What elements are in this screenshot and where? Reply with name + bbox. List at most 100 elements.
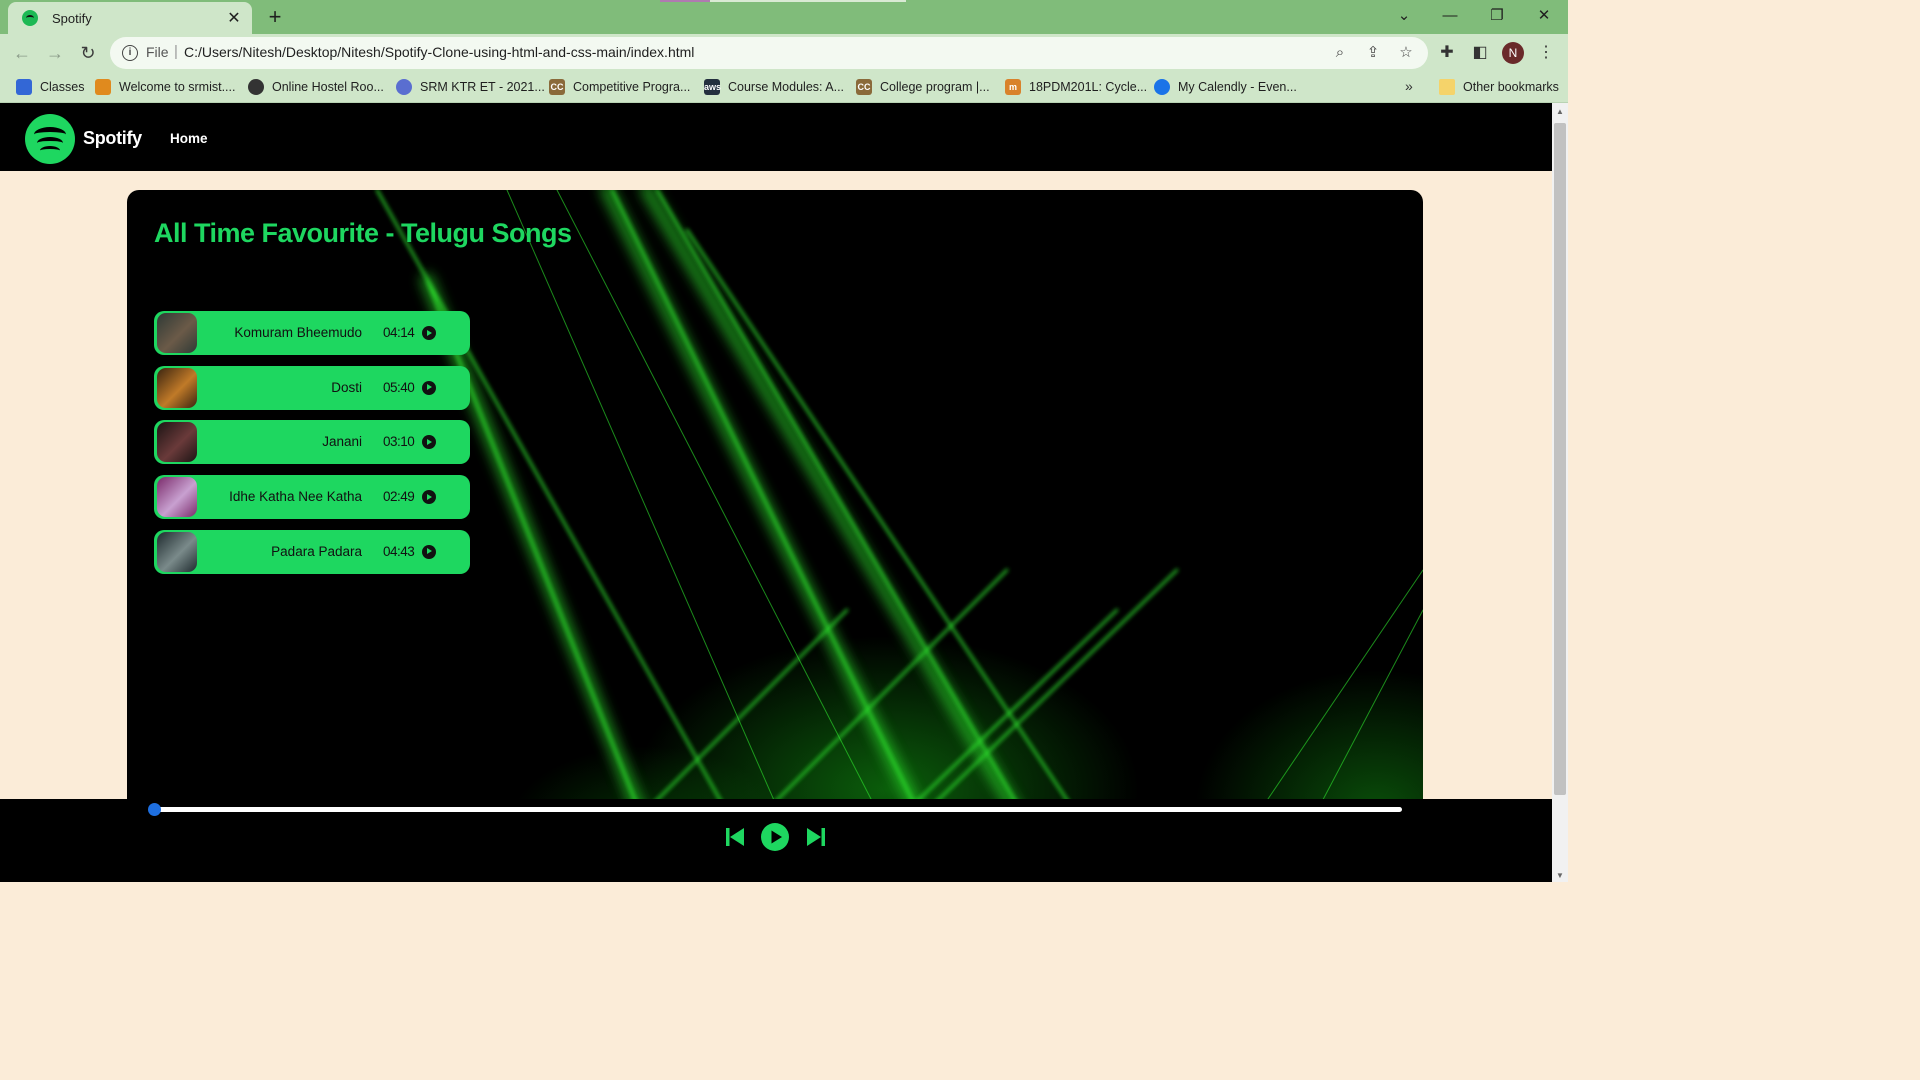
minimize-button[interactable]: — (1432, 4, 1468, 28)
playlist-title: All Time Favourite - Telugu Songs (154, 218, 572, 248)
song-duration: 02:49 (383, 489, 415, 505)
classroom-icon (16, 79, 32, 95)
browser-toolbar: ← → ↻ i File | C:/Users/Nitesh/Desktop/N… (0, 34, 1568, 72)
new-tab-button[interactable]: + (262, 5, 288, 29)
previous-track-icon[interactable] (724, 825, 746, 849)
calendly-icon (1154, 79, 1170, 95)
nav-home-link[interactable]: Home (170, 131, 208, 146)
cc-icon: CC (856, 79, 872, 95)
tab-title: Spotify (52, 10, 92, 26)
scrollbar-thumb[interactable] (1554, 123, 1566, 795)
song-name: Dosti (331, 379, 362, 395)
next-track-icon[interactable] (805, 825, 827, 849)
song-name: Idhe Katha Nee Katha (229, 489, 362, 505)
song-name: Komuram Bheemudo (234, 325, 362, 340)
song-item-padara-padara[interactable]: Padara Padara 04:43 (154, 529, 470, 574)
song-name: Padara Padara (271, 543, 362, 559)
bookmark-label: College program |... (880, 80, 990, 94)
bookmark-srmist[interactable]: Welcome to srmist.... (95, 78, 235, 96)
reload-icon[interactable]: ↻ (74, 39, 102, 67)
side-panel-icon[interactable]: ◧ (1469, 42, 1491, 64)
close-window-button[interactable]: ✕ (1526, 4, 1562, 28)
navbar: Spotify Home (0, 103, 1552, 171)
spotify-logo-icon[interactable] (25, 114, 75, 164)
song-duration: 03:10 (383, 434, 415, 450)
song-duration: 05:40 (383, 379, 415, 395)
song-cover (157, 313, 197, 353)
menu-kebab-icon[interactable]: ⋮ (1535, 42, 1557, 64)
forward-arrow-icon[interactable]: → (41, 39, 69, 67)
seek-bar[interactable] (148, 803, 1402, 816)
song-cover (157, 367, 197, 408)
bookmark-18pdm201l[interactable]: m 18PDM201L: Cycle... (1005, 78, 1147, 96)
back-arrow-icon[interactable]: ← (8, 39, 36, 67)
song-duration: 04:14 (383, 325, 415, 340)
player-bar (0, 799, 1552, 882)
song-duration: 04:43 (383, 543, 415, 559)
url-text[interactable]: C:/Users/Nitesh/Desktop/Nitesh/Spotify-C… (184, 44, 694, 60)
bookmark-label: Welcome to srmist.... (119, 80, 236, 94)
bookmark-classes[interactable]: Classes (16, 78, 84, 96)
scroll-down-arrow-icon[interactable]: ▼ (1555, 871, 1565, 880)
seek-bar-thumb[interactable] (148, 803, 161, 816)
play-button-icon[interactable] (761, 823, 789, 851)
site-info-icon[interactable]: i (122, 45, 138, 61)
bookmark-calendly[interactable]: My Calendly - Even... (1154, 78, 1297, 96)
profile-avatar[interactable]: N (1502, 42, 1524, 64)
folder-icon (1439, 79, 1455, 95)
share-icon[interactable]: ⇪ (1363, 43, 1383, 63)
bookmark-star-icon[interactable]: ☆ (1396, 43, 1416, 63)
bookmark-label: Competitive Progra... (573, 80, 691, 94)
song-cover (157, 531, 197, 572)
srm-icon (95, 79, 111, 95)
song-list: Komuram Bheemudo 04:14 Dosti 05:40 Janan… (154, 311, 470, 584)
spotify-favicon-icon (22, 10, 38, 26)
bookmark-college-program[interactable]: CC College program |... (856, 78, 990, 96)
bookmark-label: Other bookmarks (1463, 80, 1559, 94)
m-icon: m (1005, 79, 1021, 95)
cc-icon: CC (549, 79, 565, 95)
song-item-idhe-katha-nee-katha[interactable]: Idhe Katha Nee Katha 02:49 (154, 475, 470, 520)
loading-bar (660, 0, 906, 2)
address-bar[interactable]: i File | C:/Users/Nitesh/Desktop/Nitesh/… (110, 37, 1428, 69)
url-separator: | (174, 43, 178, 60)
tab-search-chevron-icon[interactable]: ⌄ (1386, 4, 1422, 28)
play-circle-icon[interactable] (422, 380, 436, 395)
bookmark-course-modules[interactable]: aws Course Modules: A... (704, 78, 844, 96)
bookmark-label: Online Hostel Roo... (272, 80, 384, 94)
maximize-button[interactable]: ❐ (1479, 4, 1515, 28)
zoom-icon[interactable]: ⌕ (1330, 43, 1350, 63)
play-circle-icon[interactable] (422, 435, 436, 450)
url-scheme: File (146, 44, 169, 60)
song-item-dosti[interactable]: Dosti 05:40 (154, 365, 470, 410)
bookmark-label: SRM KTR ET - 2021... (420, 80, 545, 94)
tab-spotify[interactable]: Spotify ✕ (8, 2, 252, 34)
bookmark-hostel[interactable]: Online Hostel Roo... (248, 78, 384, 96)
song-cover (157, 422, 197, 463)
more-bookmarks-icon[interactable]: » (1405, 78, 1413, 94)
close-tab-icon[interactable]: ✕ (222, 8, 246, 28)
bookmark-label: Course Modules: A... (728, 80, 845, 94)
brand-name[interactable]: Spotify (83, 128, 142, 149)
song-item-janani[interactable]: Janani 03:10 (154, 420, 470, 465)
extensions-icon[interactable]: ✚ (1436, 42, 1458, 64)
vertical-scrollbar[interactable]: ▲ ▼ (1552, 103, 1568, 882)
other-bookmarks-folder[interactable]: Other bookmarks (1439, 78, 1559, 96)
play-circle-icon[interactable] (422, 490, 436, 505)
song-name: Janani (322, 434, 362, 450)
song-cover (157, 477, 197, 518)
globe-icon (248, 79, 264, 95)
play-circle-icon[interactable] (422, 326, 436, 340)
aws-icon: aws (704, 79, 721, 95)
bookmarks-bar: Classes Welcome to srmist.... Online Hos… (0, 72, 1568, 103)
playlist-container: All Time Favourite - Telugu Songs Komura… (127, 190, 1423, 830)
song-item-komuram-bheemudo[interactable]: Komuram Bheemudo 04:14 (154, 311, 470, 355)
bookmark-srm-ktr[interactable]: SRM KTR ET - 2021... (396, 78, 545, 96)
srm-ktr-icon (396, 79, 412, 95)
page-viewport: Spotify Home All Time Favourite - Telugu… (0, 103, 1552, 882)
bookmark-competitive[interactable]: CC Competitive Progra... (549, 78, 690, 96)
bookmark-label: 18PDM201L: Cycle... (1029, 80, 1148, 94)
play-circle-icon[interactable] (422, 544, 436, 559)
bookmark-label: Classes (40, 80, 85, 94)
scroll-up-arrow-icon[interactable]: ▲ (1555, 107, 1565, 116)
